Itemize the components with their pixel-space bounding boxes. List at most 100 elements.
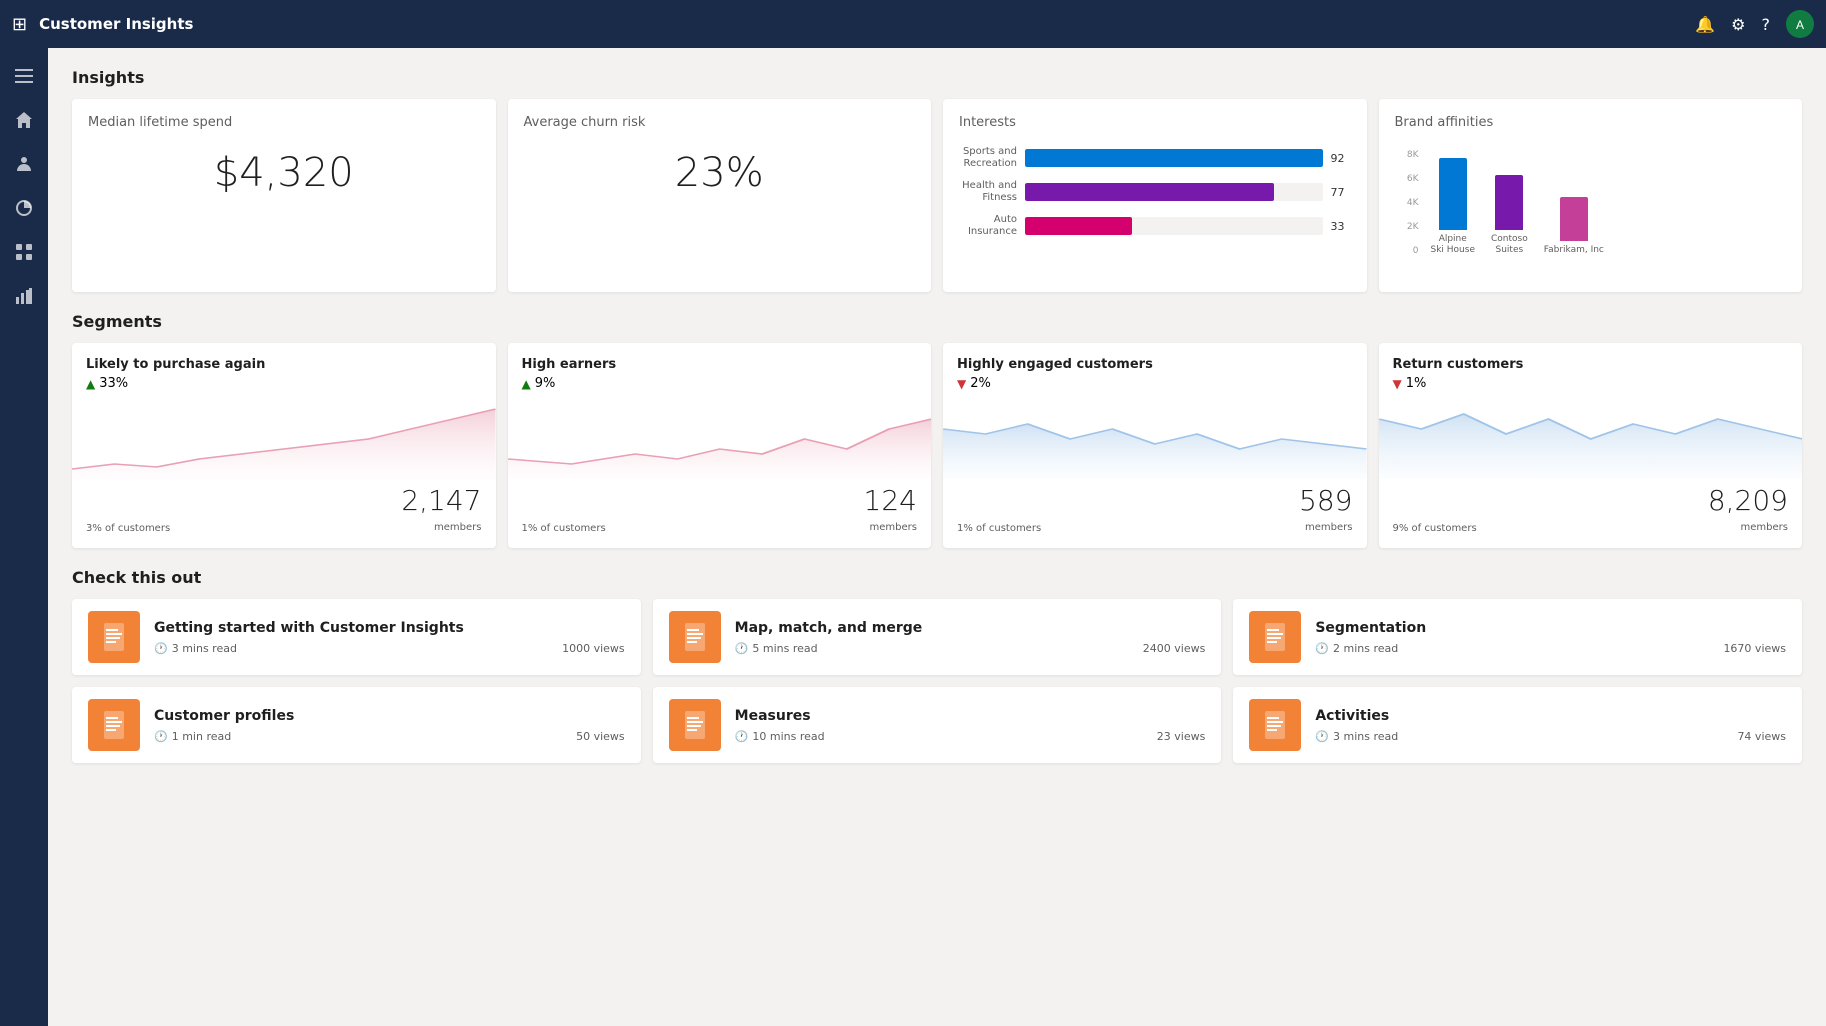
clock-icon-2: 🕐 bbox=[1315, 642, 1329, 655]
interests-card: Interests Sports and Recreation 92 Healt… bbox=[943, 99, 1367, 292]
nav-home[interactable] bbox=[4, 100, 44, 140]
contoso-bar bbox=[1495, 175, 1523, 230]
seg-pct-val-2: 2% bbox=[970, 376, 991, 391]
seg-members-3: 8,209 members bbox=[1708, 487, 1788, 534]
interest-bar-wrap-1 bbox=[1025, 183, 1323, 201]
segment-card-3: Return customers ▼ 1% 9% of customers 8,… bbox=[1379, 343, 1803, 548]
churn-risk-card: Average churn risk 23% bbox=[508, 99, 932, 292]
cto-read-time-4: 10 mins read bbox=[752, 730, 824, 743]
main-content: Insights Median lifetime spend $4,320 Av… bbox=[48, 48, 1826, 1026]
settings-icon[interactable]: ⚙ bbox=[1731, 15, 1745, 34]
median-spend-title: Median lifetime spend bbox=[88, 115, 480, 130]
nav-activities[interactable] bbox=[4, 232, 44, 272]
cto-meta-0: 🕐 3 mins read 1000 views bbox=[154, 642, 625, 655]
app-title: Customer Insights bbox=[39, 15, 1695, 33]
seg-count-3: 8,209 bbox=[1708, 487, 1788, 515]
seg-footer-0: 3% of customers 2,147 members bbox=[86, 487, 482, 534]
brand-affinities-card: Brand affinities 8K 6K 4K 2K 0 AlpineSki… bbox=[1379, 99, 1803, 292]
cto-section-title: Check this out bbox=[72, 568, 1802, 587]
notification-icon[interactable]: 🔔 bbox=[1695, 15, 1715, 34]
cto-read-time-5: 3 mins read bbox=[1333, 730, 1398, 743]
cto-meta-1: 🕐 5 mins read 2400 views bbox=[735, 642, 1206, 655]
nav-measures[interactable] bbox=[4, 276, 44, 316]
brand-chart: 8K 6K 4K 2K 0 AlpineSki House Con bbox=[1395, 146, 1787, 276]
top-nav-icons: 🔔 ⚙ ? A bbox=[1695, 10, 1814, 38]
cto-card-0[interactable]: Getting started with Customer Insights 🕐… bbox=[72, 599, 641, 675]
seg-customers-2: 1% of customers bbox=[957, 523, 1041, 534]
insights-grid: Median lifetime spend $4,320 Average chu… bbox=[72, 99, 1802, 292]
cto-read-time-0: 3 mins read bbox=[172, 642, 237, 655]
cto-icon-0 bbox=[88, 611, 140, 663]
seg-pct-val-3: 1% bbox=[1406, 376, 1427, 391]
seg-chart-1 bbox=[508, 399, 932, 483]
fabrikam-label: Fabrikam, Inc bbox=[1544, 245, 1604, 256]
seg-count-2: 589 bbox=[1299, 487, 1352, 515]
grid-icon[interactable]: ⊞ bbox=[12, 14, 27, 35]
interest-bar-wrap-2 bbox=[1025, 217, 1323, 235]
seg-customers-0: 3% of customers bbox=[86, 523, 170, 534]
seg-pct-val-0: 33% bbox=[99, 376, 128, 391]
cto-read-time-1: 5 mins read bbox=[752, 642, 817, 655]
fabrikam-bar bbox=[1560, 197, 1588, 241]
contoso-label: ContosoSuites bbox=[1491, 234, 1528, 256]
interest-label-2: Auto Insurance bbox=[959, 214, 1017, 238]
avatar[interactable]: A bbox=[1786, 10, 1814, 38]
churn-risk-value: 23% bbox=[524, 150, 916, 196]
interests-bars: Sports and Recreation 92 Health and Fitn… bbox=[959, 146, 1351, 238]
interest-val-2: 33 bbox=[1331, 220, 1351, 233]
svg-text:A: A bbox=[1796, 18, 1804, 32]
cto-card-1[interactable]: Map, match, and merge 🕐 5 mins read 2400… bbox=[653, 599, 1222, 675]
seg-pct-3: ▼ 1% bbox=[1393, 376, 1789, 391]
interests-title: Interests bbox=[959, 115, 1351, 130]
clock-icon-4: 🕐 bbox=[735, 730, 749, 743]
cto-read-4: 🕐 10 mins read bbox=[735, 730, 825, 743]
segment-card-1: High earners ▲ 9% 1% of customers 124 bbox=[508, 343, 932, 548]
interest-label-1: Health and Fitness bbox=[959, 180, 1017, 204]
seg-members-2: 589 members bbox=[1299, 487, 1352, 534]
cto-card-4[interactable]: Measures 🕐 10 mins read 23 views bbox=[653, 687, 1222, 763]
interest-label-0: Sports and Recreation bbox=[959, 146, 1017, 170]
cto-icon-2 bbox=[1249, 611, 1301, 663]
seg-chart-0 bbox=[72, 399, 496, 483]
seg-members-0: 2,147 members bbox=[401, 487, 481, 534]
segment-card-0: Likely to purchase again ▲ 33% 3% of cus… bbox=[72, 343, 496, 548]
arrow-down-icon-3: ▼ bbox=[1393, 377, 1402, 391]
cto-title-3: Customer profiles bbox=[154, 708, 625, 724]
arrow-down-icon-2: ▼ bbox=[957, 377, 966, 391]
alpine-label: AlpineSki House bbox=[1431, 234, 1476, 256]
seg-title-1: High earners bbox=[522, 357, 918, 372]
nav-menu[interactable] bbox=[4, 56, 44, 96]
interest-row-2: Auto Insurance 33 bbox=[959, 214, 1351, 238]
help-icon[interactable]: ? bbox=[1762, 15, 1771, 34]
cto-body-3: Customer profiles 🕐 1 min read 50 views bbox=[154, 708, 625, 743]
cto-title-5: Activities bbox=[1315, 708, 1786, 724]
churn-risk-title: Average churn risk bbox=[524, 115, 916, 130]
nav-segments[interactable] bbox=[4, 188, 44, 228]
cto-icon-4 bbox=[669, 699, 721, 751]
cto-card-5[interactable]: Activities 🕐 3 mins read 74 views bbox=[1233, 687, 1802, 763]
nav-people[interactable] bbox=[4, 144, 44, 184]
clock-icon-5: 🕐 bbox=[1315, 730, 1329, 743]
bar-cols: AlpineSki House ContosoSuites Fabrikam, … bbox=[1423, 146, 1787, 276]
segment-card-2: Highly engaged customers ▼ 2% 1% of cust… bbox=[943, 343, 1367, 548]
seg-customers-1: 1% of customers bbox=[522, 523, 606, 534]
cto-views-3: 50 views bbox=[576, 730, 625, 743]
clock-icon-3: 🕐 bbox=[154, 730, 168, 743]
cto-read-time-2: 2 mins read bbox=[1333, 642, 1398, 655]
seg-count-0: 2,147 bbox=[401, 487, 481, 515]
interest-val-0: 92 bbox=[1331, 152, 1351, 165]
seg-footer-3: 9% of customers 8,209 members bbox=[1393, 487, 1789, 534]
cto-title-0: Getting started with Customer Insights bbox=[154, 620, 625, 636]
brand-affinities-title: Brand affinities bbox=[1395, 115, 1787, 130]
cto-read-5: 🕐 3 mins read bbox=[1315, 730, 1398, 743]
seg-members-label-0: members bbox=[434, 522, 481, 533]
seg-title-2: Highly engaged customers bbox=[957, 357, 1353, 372]
alpine-bar bbox=[1439, 158, 1467, 230]
cto-card-2[interactable]: Segmentation 🕐 2 mins read 1670 views bbox=[1233, 599, 1802, 675]
cto-read-0: 🕐 3 mins read bbox=[154, 642, 237, 655]
cto-card-3[interactable]: Customer profiles 🕐 1 min read 50 views bbox=[72, 687, 641, 763]
cto-views-5: 74 views bbox=[1737, 730, 1786, 743]
brand-bar-fabrikam: Fabrikam, Inc bbox=[1544, 197, 1604, 256]
arrow-up-icon-1: ▲ bbox=[522, 377, 531, 391]
seg-count-1: 124 bbox=[864, 487, 917, 515]
